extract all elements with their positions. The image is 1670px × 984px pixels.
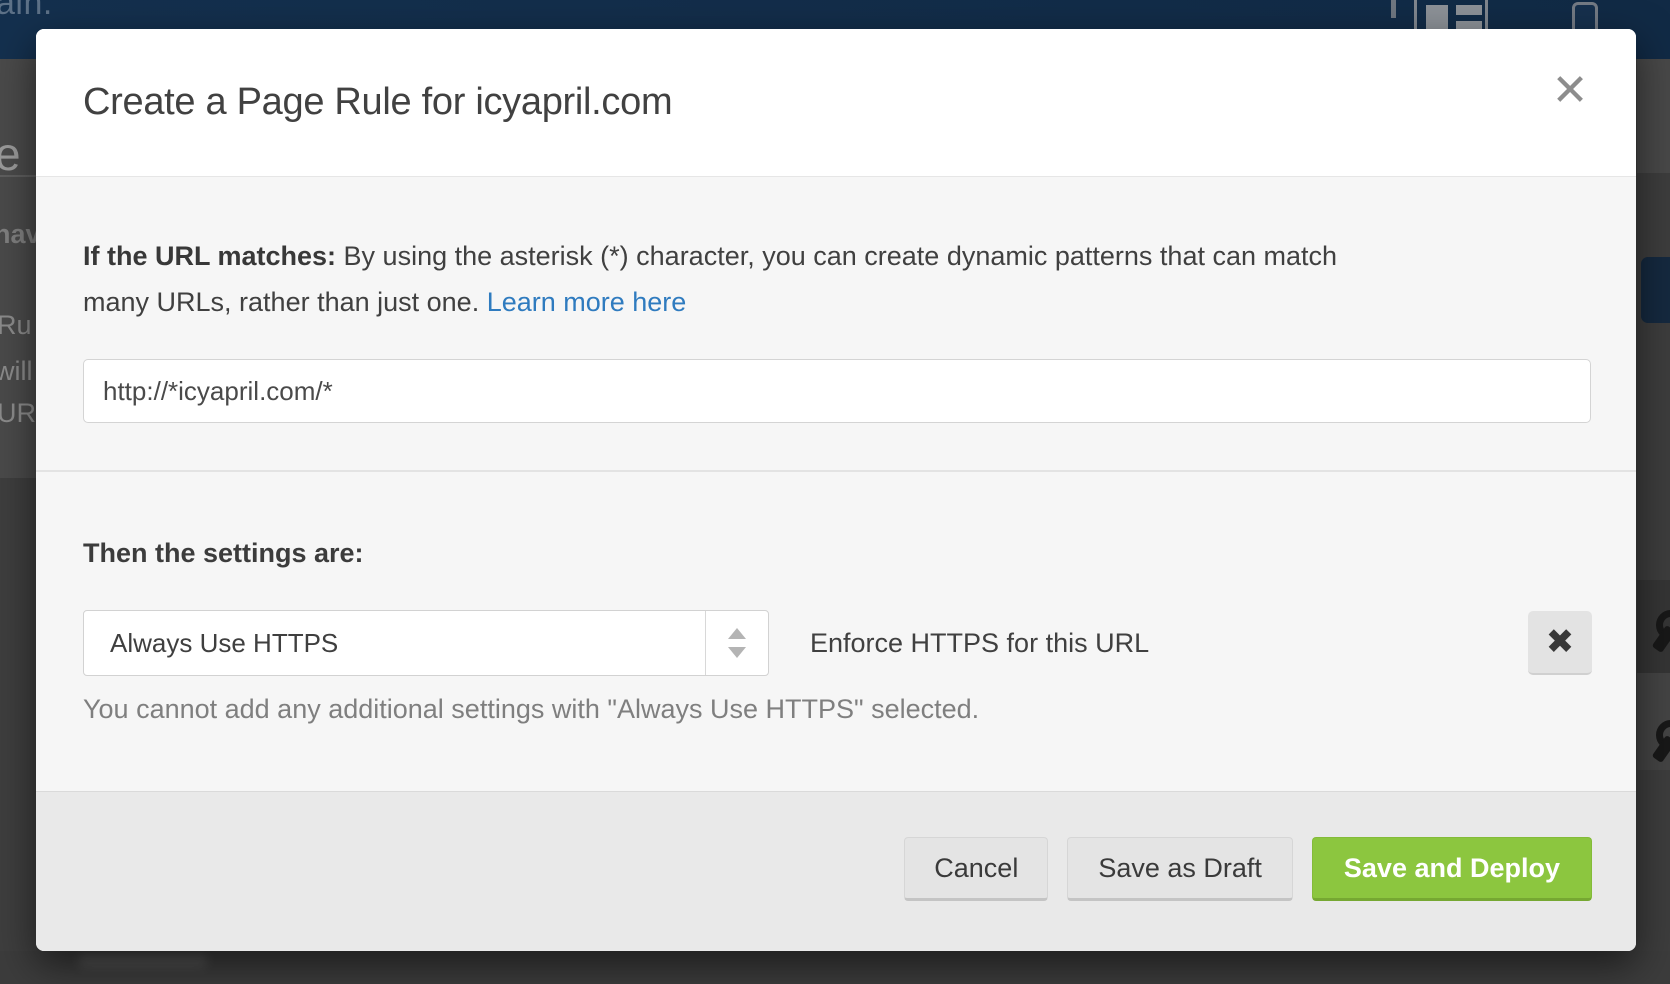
background-smudge <box>78 953 208 968</box>
background-text-fragment: nav <box>0 219 36 250</box>
dialog-header: Create a Page Rule for icyapril.com ✕ <box>36 29 1636 177</box>
background-divider <box>0 175 36 177</box>
background-partial-icon <box>1391 0 1396 18</box>
background-page-left-edge-lower <box>0 478 36 951</box>
save-as-draft-button[interactable]: Save as Draft <box>1067 837 1293 901</box>
wrench-icon <box>1644 720 1670 764</box>
background-domain-text: ain. <box>0 0 53 23</box>
setting-note: You cannot add any additional settings w… <box>83 694 979 725</box>
background-band <box>1637 59 1670 173</box>
dialog-footer: Cancel Save as Draft Save and Deploy <box>36 791 1636 951</box>
create-page-rule-dialog: Create a Page Rule for icyapril.com ✕ If… <box>36 29 1636 951</box>
chevron-down-icon <box>728 647 746 658</box>
background-text-fragment: Ru <box>0 310 32 341</box>
background-text-fragment: will <box>0 356 33 387</box>
background-text-fragment: UR <box>0 398 36 429</box>
url-match-label: If the URL matches: <box>83 241 336 271</box>
learn-more-link[interactable]: Learn more here <box>487 287 687 317</box>
cancel-button[interactable]: Cancel <box>904 837 1048 901</box>
background-page-bottom-edge <box>0 951 1670 984</box>
background-button-edge <box>1641 257 1670 323</box>
settings-heading: Then the settings are: <box>83 538 364 569</box>
background-page-right-edge <box>1637 59 1670 951</box>
wrench-icon <box>1644 610 1670 654</box>
url-match-description: If the URL matches: By using the asteris… <box>83 233 1595 325</box>
chevron-up-icon <box>728 628 746 639</box>
url-match-text-line1: By using the asterisk (*) character, you… <box>336 241 1337 271</box>
close-icon[interactable]: ✕ <box>1544 65 1596 117</box>
url-match-text-line2: many URLs, rather than just one. <box>83 287 487 317</box>
setting-row: Always Use HTTPS Enforce HTTPS for this … <box>83 610 1589 676</box>
section-divider <box>36 470 1636 472</box>
background-text-fragment: e <box>0 127 21 181</box>
save-and-deploy-button[interactable]: Save and Deploy <box>1312 837 1592 901</box>
dialog-body: If the URL matches: By using the asteris… <box>36 177 1636 792</box>
url-pattern-input[interactable] <box>83 359 1591 423</box>
setting-description-label: Enforce HTTPS for this URL <box>810 610 1149 676</box>
background-page-left-edge: e nav Ru will UR <box>0 59 36 478</box>
select-spinner-icon[interactable] <box>705 611 768 675</box>
remove-setting-button[interactable]: ✖ <box>1528 611 1592 675</box>
setting-select[interactable]: Always Use HTTPS <box>83 610 769 676</box>
dialog-title: Create a Page Rule for icyapril.com <box>83 29 672 176</box>
footer-buttons: Cancel Save as Draft Save and Deploy <box>904 837 1592 901</box>
setting-select-value: Always Use HTTPS <box>110 611 338 675</box>
